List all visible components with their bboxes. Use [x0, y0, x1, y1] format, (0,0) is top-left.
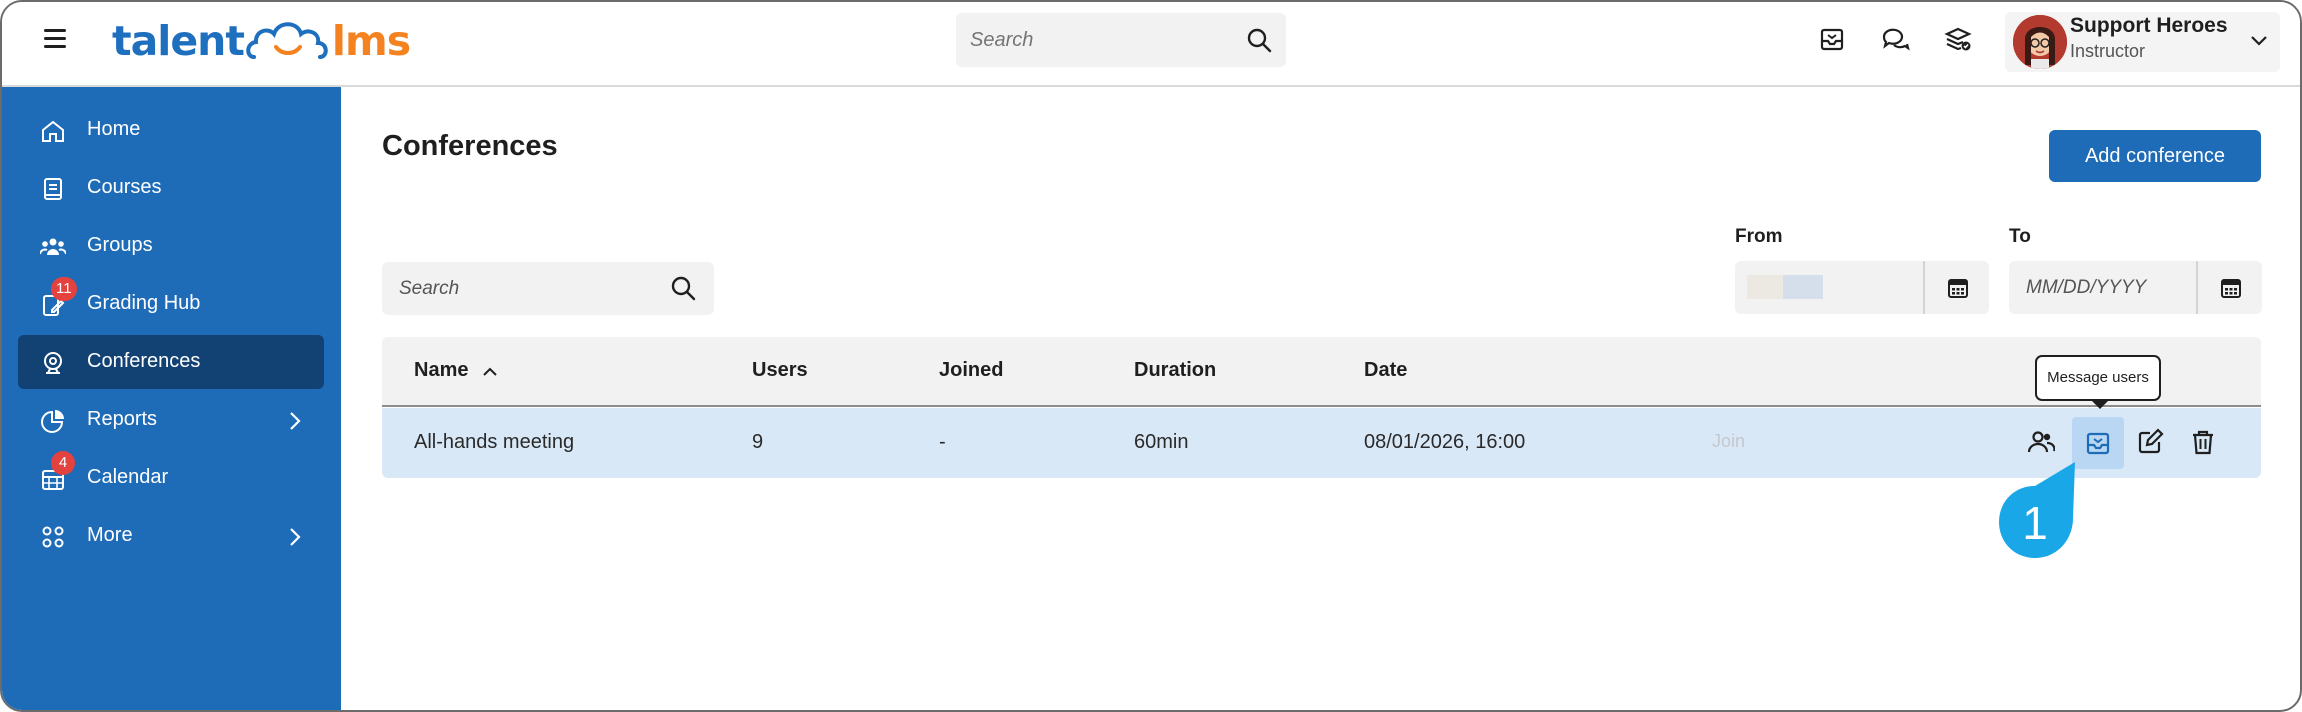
grading-hub-badge: 11 — [51, 277, 77, 301]
global-search-input[interactable] — [970, 13, 1240, 67]
global-search[interactable] — [956, 13, 1286, 67]
conference-name[interactable]: All-hands meeting — [414, 431, 574, 454]
grid-icon — [42, 526, 64, 548]
menu-icon[interactable] — [44, 29, 66, 49]
top-header: talent lms Search Support Heroes Instruc… — [2, 2, 2300, 87]
to-date-field[interactable]: MM/DD/YYYY — [2009, 261, 2262, 314]
conference-search-input[interactable]: Search — [382, 262, 714, 315]
talentlms-logo[interactable]: talent lms — [112, 16, 411, 66]
sidebar-item-groups[interactable]: Groups — [18, 219, 324, 273]
users-icon[interactable] — [2027, 428, 2055, 456]
calendar-icon — [2221, 279, 2241, 298]
tooltip-arrow — [2091, 400, 2109, 409]
sidebar-item-conferences[interactable]: Conferences — [18, 335, 324, 389]
webcam-icon — [44, 352, 62, 374]
stack-check-icon[interactable] — [1943, 24, 1973, 54]
search-icon[interactable] — [670, 275, 696, 301]
chevron-right-icon — [290, 528, 301, 546]
to-date-placeholder: MM/DD/YYYY — [2026, 277, 2147, 298]
user-role: Instructor — [2070, 41, 2146, 61]
inbox-icon[interactable] — [1817, 24, 1847, 54]
sidebar-item-label: Conferences — [87, 350, 201, 372]
book-icon — [44, 178, 62, 200]
sidebar-item-home[interactable]: Home — [18, 103, 324, 157]
column-header-date[interactable]: Date — [1364, 359, 1407, 382]
from-label: From — [1735, 226, 1783, 247]
message-users-tooltip: Message users — [2035, 355, 2161, 401]
column-header-name[interactable]: Name — [414, 359, 468, 382]
chevron-down-icon[interactable] — [2250, 34, 2268, 48]
pie-chart-icon — [41, 410, 64, 433]
step-number: 1 — [2022, 497, 2048, 549]
message-users-button[interactable] — [2072, 417, 2124, 469]
join-link[interactable]: Join — [1712, 431, 1745, 452]
avatar — [2013, 15, 2067, 69]
to-label: To — [2009, 226, 2031, 247]
sidebar-item-label: Calendar — [87, 466, 169, 488]
sidebar-item-calendar[interactable]: 4 Calendar — [18, 451, 324, 505]
table-header: Name Users Joined Duration Date — [382, 337, 2261, 407]
step-marker: 1 — [1999, 462, 2075, 558]
sort-ascending-icon[interactable] — [482, 365, 498, 377]
edit-icon[interactable] — [2136, 428, 2164, 456]
column-header-duration[interactable]: Duration — [1134, 359, 1216, 382]
calendar-icon — [1948, 279, 1968, 298]
group-icon — [40, 238, 66, 255]
user-avatar-icon — [2013, 15, 2067, 69]
to-calendar-button[interactable] — [2196, 261, 2262, 314]
sidebar-item-courses[interactable]: Courses — [18, 161, 324, 215]
trash-icon[interactable] — [2189, 428, 2217, 456]
app-window: talent lms Search Support Heroes Instruc… — [0, 0, 2302, 712]
sidebar-item-label: Home — [87, 118, 141, 140]
column-header-joined[interactable]: Joined — [939, 359, 1003, 382]
home-icon — [42, 120, 64, 142]
conference-duration: 60min — [1134, 431, 1189, 453]
page-title: Conferences — [382, 130, 558, 162]
calendar-badge: 4 — [51, 451, 75, 475]
inbox-icon — [2086, 432, 2110, 455]
chevron-right-icon — [290, 412, 301, 430]
sidebar-item-more[interactable]: More — [18, 509, 324, 563]
column-header-users[interactable]: Users — [752, 359, 808, 382]
conference-joined: - — [939, 431, 946, 453]
sidebar-item-grading-hub[interactable]: 11 Grading Hub — [18, 277, 324, 331]
search-icon[interactable] — [1246, 27, 1272, 53]
chat-icon[interactable] — [1880, 24, 1910, 54]
sidebar-item-label: More — [87, 524, 133, 546]
sidebar-item-label: Courses — [87, 176, 162, 198]
user-menu[interactable]: Support Heroes Instructor — [2005, 12, 2280, 72]
conference-date: 08/01/2026, 16:00 — [1364, 431, 1526, 453]
conference-users: 9 — [752, 431, 764, 453]
user-name: Support Heroes — [2070, 14, 2228, 37]
add-conference-button[interactable]: Add conference — [2049, 130, 2261, 182]
from-date-field[interactable] — [1735, 261, 1989, 314]
from-date-value — [1747, 275, 1783, 299]
table-row[interactable]: All-hands meeting 9 - 60min 08/01/2026, … — [382, 408, 2261, 478]
sidebar-item-label: Reports — [87, 408, 158, 430]
sidebar-item-reports[interactable]: Reports — [18, 393, 324, 447]
search-placeholder: Search — [399, 278, 460, 299]
sidebar-item-label: Grading Hub — [87, 292, 201, 314]
from-calendar-button[interactable] — [1923, 261, 1989, 314]
logo-text-lms: lms — [331, 17, 411, 65]
sidebar-item-label: Groups — [87, 234, 153, 256]
sidebar: Home Courses Groups 11 Grading Hub Confe… — [2, 87, 341, 710]
logo-text-talent: talent — [112, 17, 245, 65]
from-date-value-2 — [1783, 275, 1823, 299]
cloud-smile-icon — [246, 22, 328, 59]
